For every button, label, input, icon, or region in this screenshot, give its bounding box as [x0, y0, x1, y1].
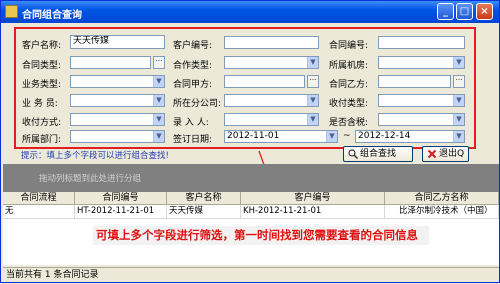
table-cell[interactable]: 天天传媒 — [167, 205, 241, 219]
table-cell[interactable]: 比泽尔制冷技术（中国） — [385, 205, 499, 219]
col-header[interactable]: 合同乙方名称 — [385, 192, 499, 205]
col-header[interactable]: 合同流程 — [3, 192, 75, 205]
group-by-area[interactable]: 拖动列标题到此处进行分组 — [3, 164, 499, 192]
table-cell[interactable]: KH-2012-11-21-01 — [241, 205, 385, 219]
col-header[interactable]: 客户编号 — [241, 192, 385, 205]
group-by-hint: 拖动列标题到此处进行分组 — [39, 174, 142, 184]
table-cell[interactable]: HT-2012-11-21-01 — [75, 205, 167, 219]
annotation-callout: 可填上多个字段进行筛选，第一时间找到您需要查看的合同信息 — [93, 226, 429, 245]
col-header[interactable]: 合同编号 — [75, 192, 167, 205]
table-cell[interactable]: 无 — [3, 205, 75, 219]
col-header[interactable]: 客户名称 — [167, 192, 241, 205]
status-bar: 当前共有 1 条合同记录 — [3, 267, 499, 282]
query-window: 合同组合查询 _ □ × 客户名称: 天天传媒 客户编号: 合同编号: 合同类型… — [0, 0, 500, 283]
